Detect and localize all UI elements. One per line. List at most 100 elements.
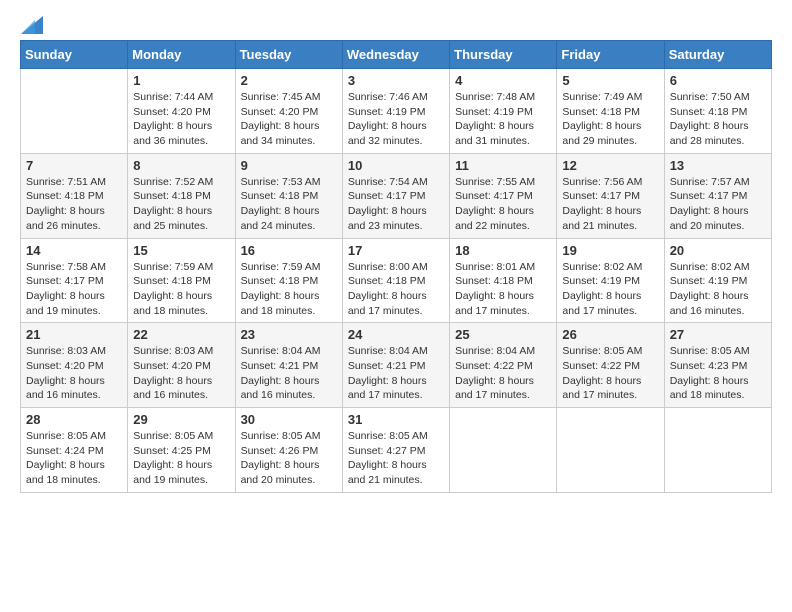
day-info: Sunrise: 8:01 AM Sunset: 4:18 PM Dayligh… — [455, 260, 551, 319]
calendar-cell: 30 Sunrise: 8:05 AM Sunset: 4:26 PM Dayli… — [235, 408, 342, 493]
day-info: Sunrise: 7:48 AM Sunset: 4:19 PM Dayligh… — [455, 90, 551, 149]
day-info: Sunrise: 8:03 AM Sunset: 4:20 PM Dayligh… — [133, 344, 229, 403]
calendar-cell: 19 Sunrise: 8:02 AM Sunset: 4:19 PM Dayli… — [557, 238, 664, 323]
day-number: 16 — [241, 243, 337, 258]
calendar-week-row: 7 Sunrise: 7:51 AM Sunset: 4:18 PM Daylig… — [21, 153, 772, 238]
day-info: Sunrise: 8:02 AM Sunset: 4:19 PM Dayligh… — [670, 260, 766, 319]
calendar-cell: 20 Sunrise: 8:02 AM Sunset: 4:19 PM Dayli… — [664, 238, 771, 323]
calendar-cell — [664, 408, 771, 493]
day-info: Sunrise: 7:59 AM Sunset: 4:18 PM Dayligh… — [241, 260, 337, 319]
day-number: 10 — [348, 158, 444, 173]
days-of-week-row: SundayMondayTuesdayWednesdayThursdayFrid… — [21, 41, 772, 69]
calendar-cell: 8Sunrise: 7:52 AM Sunset: 4:18 PM Daylig… — [128, 153, 235, 238]
day-of-week-header: Tuesday — [235, 41, 342, 69]
day-info: Sunrise: 7:50 AM Sunset: 4:18 PM Dayligh… — [670, 90, 766, 149]
calendar-cell: 7 Sunrise: 7:51 AM Sunset: 4:18 PM Daylig… — [21, 153, 128, 238]
calendar-cell — [557, 408, 664, 493]
calendar-cell: 26Sunrise: 8:05 AM Sunset: 4:22 PM Dayli… — [557, 323, 664, 408]
day-number: 25 — [455, 327, 551, 342]
calendar-cell: 15 Sunrise: 7:59 AM Sunset: 4:18 PM Dayli… — [128, 238, 235, 323]
calendar-cell: 11Sunrise: 7:55 AM Sunset: 4:17 PM Dayli… — [450, 153, 557, 238]
calendar-cell: 13 Sunrise: 7:57 AM Sunset: 4:17 PM Dayli… — [664, 153, 771, 238]
day-number: 7 — [26, 158, 122, 173]
calendar-week-row: 14Sunrise: 7:58 AM Sunset: 4:17 PM Dayli… — [21, 238, 772, 323]
day-number: 19 — [562, 243, 658, 258]
calendar-cell: 2Sunrise: 7:45 AM Sunset: 4:20 PM Daylig… — [235, 69, 342, 154]
calendar-cell: 17 Sunrise: 8:00 AM Sunset: 4:18 PM Dayli… — [342, 238, 449, 323]
day-info: Sunrise: 7:44 AM Sunset: 4:20 PM Dayligh… — [133, 90, 229, 149]
day-of-week-header: Monday — [128, 41, 235, 69]
day-number: 1 — [133, 73, 229, 88]
day-info: Sunrise: 7:46 AM Sunset: 4:19 PM Dayligh… — [348, 90, 444, 149]
day-number: 15 — [133, 243, 229, 258]
calendar-cell: 6 Sunrise: 7:50 AM Sunset: 4:18 PM Daylig… — [664, 69, 771, 154]
day-info: Sunrise: 7:59 AM Sunset: 4:18 PM Dayligh… — [133, 260, 229, 319]
day-of-week-header: Saturday — [664, 41, 771, 69]
calendar-cell: 23 Sunrise: 8:04 AM Sunset: 4:21 PM Dayli… — [235, 323, 342, 408]
calendar-cell: 24 Sunrise: 8:04 AM Sunset: 4:21 PM Dayli… — [342, 323, 449, 408]
day-info: Sunrise: 8:04 AM Sunset: 4:22 PM Dayligh… — [455, 344, 551, 403]
day-of-week-header: Thursday — [450, 41, 557, 69]
day-number: 8 — [133, 158, 229, 173]
calendar-cell: 16 Sunrise: 7:59 AM Sunset: 4:18 PM Dayli… — [235, 238, 342, 323]
day-info: Sunrise: 7:51 AM Sunset: 4:18 PM Dayligh… — [26, 175, 122, 234]
day-info: Sunrise: 7:57 AM Sunset: 4:17 PM Dayligh… — [670, 175, 766, 234]
day-info: Sunrise: 7:49 AM Sunset: 4:18 PM Dayligh… — [562, 90, 658, 149]
day-number: 14 — [26, 243, 122, 258]
day-info: Sunrise: 7:55 AM Sunset: 4:17 PM Dayligh… — [455, 175, 551, 234]
day-number: 12 — [562, 158, 658, 173]
day-number: 6 — [670, 73, 766, 88]
calendar-cell: 29 Sunrise: 8:05 AM Sunset: 4:25 PM Dayli… — [128, 408, 235, 493]
day-info: Sunrise: 8:05 AM Sunset: 4:22 PM Dayligh… — [562, 344, 658, 403]
day-number: 27 — [670, 327, 766, 342]
calendar: SundayMondayTuesdayWednesdayThursdayFrid… — [20, 40, 772, 493]
calendar-cell: 4Sunrise: 7:48 AM Sunset: 4:19 PM Daylig… — [450, 69, 557, 154]
header — [20, 16, 772, 32]
day-number: 13 — [670, 158, 766, 173]
day-number: 30 — [241, 412, 337, 427]
day-number: 29 — [133, 412, 229, 427]
day-number: 28 — [26, 412, 122, 427]
day-number: 21 — [26, 327, 122, 342]
day-info: Sunrise: 8:00 AM Sunset: 4:18 PM Dayligh… — [348, 260, 444, 319]
calendar-cell: 28 Sunrise: 8:05 AM Sunset: 4:24 PM Dayli… — [21, 408, 128, 493]
calendar-cell — [450, 408, 557, 493]
day-info: Sunrise: 8:05 AM Sunset: 4:25 PM Dayligh… — [133, 429, 229, 488]
day-number: 18 — [455, 243, 551, 258]
calendar-cell: 9Sunrise: 7:53 AM Sunset: 4:18 PM Daylig… — [235, 153, 342, 238]
day-number: 22 — [133, 327, 229, 342]
calendar-cell: 18 Sunrise: 8:01 AM Sunset: 4:18 PM Dayli… — [450, 238, 557, 323]
day-info: Sunrise: 8:05 AM Sunset: 4:23 PM Dayligh… — [670, 344, 766, 403]
calendar-cell: 27 Sunrise: 8:05 AM Sunset: 4:23 PM Dayli… — [664, 323, 771, 408]
day-number: 17 — [348, 243, 444, 258]
day-info: Sunrise: 8:02 AM Sunset: 4:19 PM Dayligh… — [562, 260, 658, 319]
day-of-week-header: Friday — [557, 41, 664, 69]
day-number: 24 — [348, 327, 444, 342]
calendar-cell: 1 Sunrise: 7:44 AM Sunset: 4:20 PM Daylig… — [128, 69, 235, 154]
day-info: Sunrise: 8:03 AM Sunset: 4:20 PM Dayligh… — [26, 344, 122, 403]
calendar-body: 1 Sunrise: 7:44 AM Sunset: 4:20 PM Daylig… — [21, 69, 772, 493]
calendar-week-row: 21 Sunrise: 8:03 AM Sunset: 4:20 PM Dayli… — [21, 323, 772, 408]
day-of-week-header: Sunday — [21, 41, 128, 69]
logo-icon — [21, 16, 43, 34]
day-info: Sunrise: 7:45 AM Sunset: 4:20 PM Dayligh… — [241, 90, 337, 149]
day-info: Sunrise: 7:54 AM Sunset: 4:17 PM Dayligh… — [348, 175, 444, 234]
calendar-cell: 5Sunrise: 7:49 AM Sunset: 4:18 PM Daylig… — [557, 69, 664, 154]
day-number: 23 — [241, 327, 337, 342]
calendar-cell: 10 Sunrise: 7:54 AM Sunset: 4:17 PM Dayli… — [342, 153, 449, 238]
day-number: 20 — [670, 243, 766, 258]
calendar-week-row: 28 Sunrise: 8:05 AM Sunset: 4:24 PM Dayli… — [21, 408, 772, 493]
calendar-cell — [21, 69, 128, 154]
day-number: 9 — [241, 158, 337, 173]
day-info: Sunrise: 8:04 AM Sunset: 4:21 PM Dayligh… — [241, 344, 337, 403]
calendar-cell: 14Sunrise: 7:58 AM Sunset: 4:17 PM Dayli… — [21, 238, 128, 323]
day-info: Sunrise: 8:05 AM Sunset: 4:26 PM Dayligh… — [241, 429, 337, 488]
day-number: 3 — [348, 73, 444, 88]
calendar-week-row: 1 Sunrise: 7:44 AM Sunset: 4:20 PM Daylig… — [21, 69, 772, 154]
day-info: Sunrise: 8:05 AM Sunset: 4:24 PM Dayligh… — [26, 429, 122, 488]
day-of-week-header: Wednesday — [342, 41, 449, 69]
day-number: 31 — [348, 412, 444, 427]
day-info: Sunrise: 8:04 AM Sunset: 4:21 PM Dayligh… — [348, 344, 444, 403]
day-info: Sunrise: 7:56 AM Sunset: 4:17 PM Dayligh… — [562, 175, 658, 234]
calendar-cell: 21 Sunrise: 8:03 AM Sunset: 4:20 PM Dayli… — [21, 323, 128, 408]
